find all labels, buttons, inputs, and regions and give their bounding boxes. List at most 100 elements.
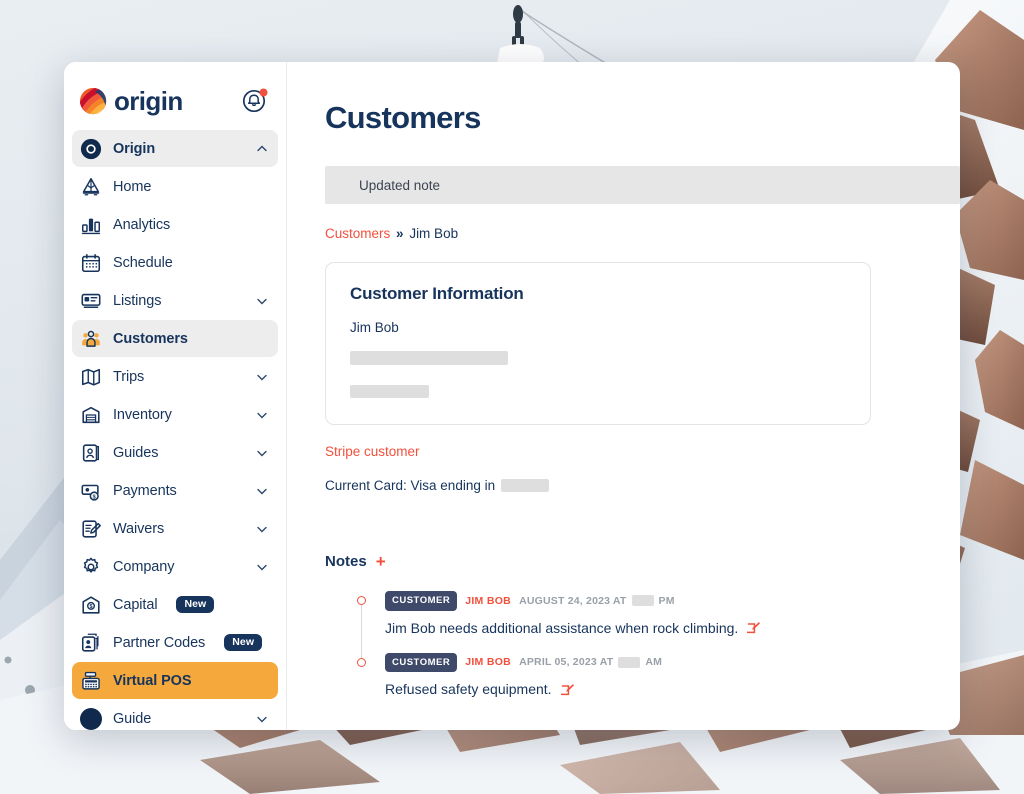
sidebar-item-customers[interactable]: Customers — [72, 320, 278, 357]
note-tag: CUSTOMER — [385, 652, 458, 672]
sidebar-item-inventory[interactable]: Inventory — [72, 396, 278, 433]
bar-chart-icon — [81, 218, 101, 234]
breadcrumb-link-customers[interactable]: Customers — [325, 226, 390, 241]
user-avatar-icon — [80, 707, 102, 730]
new-badge: New — [224, 633, 263, 652]
home-mountain-icon — [82, 177, 100, 195]
sidebar-item-partner-codes[interactable]: Partner Codes New — [72, 624, 278, 661]
note-date-suffix: PM — [658, 594, 675, 607]
brand-wordmark: origin — [114, 86, 183, 116]
sidebar-item-listings[interactable]: Listings — [72, 282, 278, 319]
sidebar-item-guides[interactable]: Guides — [72, 434, 278, 471]
customer-information-heading: Customer Information — [350, 284, 524, 303]
sidebar-item-label: Customers — [113, 330, 188, 347]
bank-dollar-icon: $ — [82, 595, 100, 614]
chevron-down-icon — [257, 526, 267, 532]
note-date-prefix: APRIL 05, 2023 AT — [519, 656, 614, 668]
note-text: Refused safety equipment. — [385, 681, 552, 697]
flash-message-text: Updated note — [359, 177, 441, 193]
current-card-label: Current Card: Visa ending in — [325, 478, 496, 493]
main-content: Customers Updated note Customers » Jim B… — [287, 62, 960, 730]
timeline-dot-icon — [357, 596, 366, 605]
chevron-down-icon — [257, 374, 267, 380]
sidebar-item-label: Analytics — [113, 216, 171, 233]
origin-swirl-logo-icon — [79, 87, 107, 115]
sidebar-item-label: Virtual POS — [113, 672, 192, 689]
sidebar-item-waivers[interactable]: Waivers — [72, 510, 278, 547]
new-badge: New — [176, 595, 215, 614]
sidebar-item-origin[interactable]: Origin — [72, 130, 278, 167]
chevron-down-icon — [257, 412, 267, 418]
sidebar-item-label: Schedule — [113, 254, 173, 271]
sidebar-item-payments[interactable]: $ Payments — [72, 472, 278, 509]
breadcrumb-current: Jim Bob — [409, 226, 459, 241]
calendar-icon — [81, 253, 101, 272]
sidebar-item-guide-user[interactable]: Guide — [72, 700, 278, 730]
listing-card-icon — [81, 293, 101, 308]
sidebar-item-label: Trips — [113, 368, 145, 385]
origin-circle-icon — [80, 138, 102, 159]
sidebar-item-schedule[interactable]: Schedule — [72, 244, 278, 281]
chevron-down-icon — [257, 564, 267, 570]
notification-bell-icon[interactable] — [242, 88, 268, 114]
note-item: CUSTOMER JIM BOB AUGUST 24, 2023 AT PM J… — [357, 591, 960, 636]
customer-information-card: Customer Information Jim Bob — [325, 262, 871, 425]
breadcrumb-separator: » — [396, 226, 404, 241]
timeline-dot-icon — [357, 657, 366, 667]
sidebar-item-label: Payments — [113, 482, 177, 499]
sidebar-item-label: Listings — [113, 292, 162, 309]
sidebar-item-analytics[interactable]: Analytics — [72, 206, 278, 243]
note-author: JIM BOB — [465, 656, 512, 668]
stripe-customer-link[interactable]: Stripe customer — [325, 444, 960, 459]
chevron-up-icon — [257, 145, 267, 151]
chevron-down-icon — [257, 488, 267, 494]
redacted-time — [631, 595, 654, 607]
note-text: Jim Bob needs additional assistance when… — [385, 619, 739, 636]
note-date-prefix: AUGUST 24, 2023 AT — [519, 594, 627, 607]
sidebar-item-virtual-pos[interactable]: Virtual POS — [72, 662, 278, 699]
current-card-line: Current Card: Visa ending in — [325, 478, 960, 493]
warehouse-icon — [82, 406, 100, 423]
sidebar-item-company[interactable]: Company — [72, 548, 278, 585]
note-tag: CUSTOMER — [385, 591, 458, 611]
app-window: origin Origin Home Analytics Schedule Li… — [64, 62, 960, 730]
edit-pencil-icon[interactable] — [560, 683, 574, 696]
note-item: CUSTOMER JIM BOB APRIL 05, 2023 AT AM Re… — [357, 652, 960, 697]
notes-title: Notes — [325, 553, 367, 570]
map-fold-icon — [81, 368, 101, 386]
svg-text:$: $ — [89, 604, 92, 610]
flash-message: Updated note — [325, 166, 960, 204]
page-title: Customers — [325, 100, 481, 135]
sidebar-brand-row: origin — [64, 62, 286, 130]
id-card-person-icon — [82, 443, 100, 462]
sidebar-item-label: Origin — [113, 140, 156, 157]
sidebar-item-label: Guide — [113, 710, 152, 727]
redacted-time — [618, 656, 641, 668]
app-logo[interactable]: origin — [78, 86, 183, 116]
sidebar-item-home[interactable]: Home — [72, 168, 278, 205]
note-body: Refused safety equipment. — [385, 681, 960, 697]
note-author: JIM BOB — [465, 594, 512, 607]
note-body: Jim Bob needs additional assistance when… — [385, 620, 960, 636]
chevron-down-icon — [257, 450, 267, 456]
sidebar-item-trips[interactable]: Trips — [72, 358, 278, 395]
note-meta: CUSTOMER JIM BOB AUGUST 24, 2023 AT PM — [385, 591, 960, 611]
money-bill-icon: $ — [81, 484, 99, 501]
edit-pencil-icon[interactable] — [747, 621, 761, 634]
redacted-phone — [350, 385, 429, 398]
sidebar: origin Origin Home Analytics Schedule Li… — [64, 62, 287, 730]
notes-timeline: CUSTOMER JIM BOB AUGUST 24, 2023 AT PM J… — [357, 591, 960, 697]
sidebar-item-label: Company — [113, 558, 175, 575]
note-date-suffix: AM — [645, 656, 663, 668]
sidebar-item-label: Waivers — [113, 520, 165, 537]
sidebar-item-capital[interactable]: $ Capital New — [72, 586, 278, 623]
add-note-button[interactable]: + — [376, 553, 386, 570]
sidebar-item-label: Guides — [113, 444, 159, 461]
note-date: AUGUST 24, 2023 AT PM — [519, 594, 675, 607]
notes-header: Notes + — [325, 553, 960, 570]
chevron-down-icon — [257, 716, 267, 722]
chevron-down-icon — [257, 298, 267, 304]
people-group-icon — [82, 330, 100, 347]
cards-person-icon — [81, 633, 99, 652]
note-date: APRIL 05, 2023 AT AM — [519, 656, 663, 668]
